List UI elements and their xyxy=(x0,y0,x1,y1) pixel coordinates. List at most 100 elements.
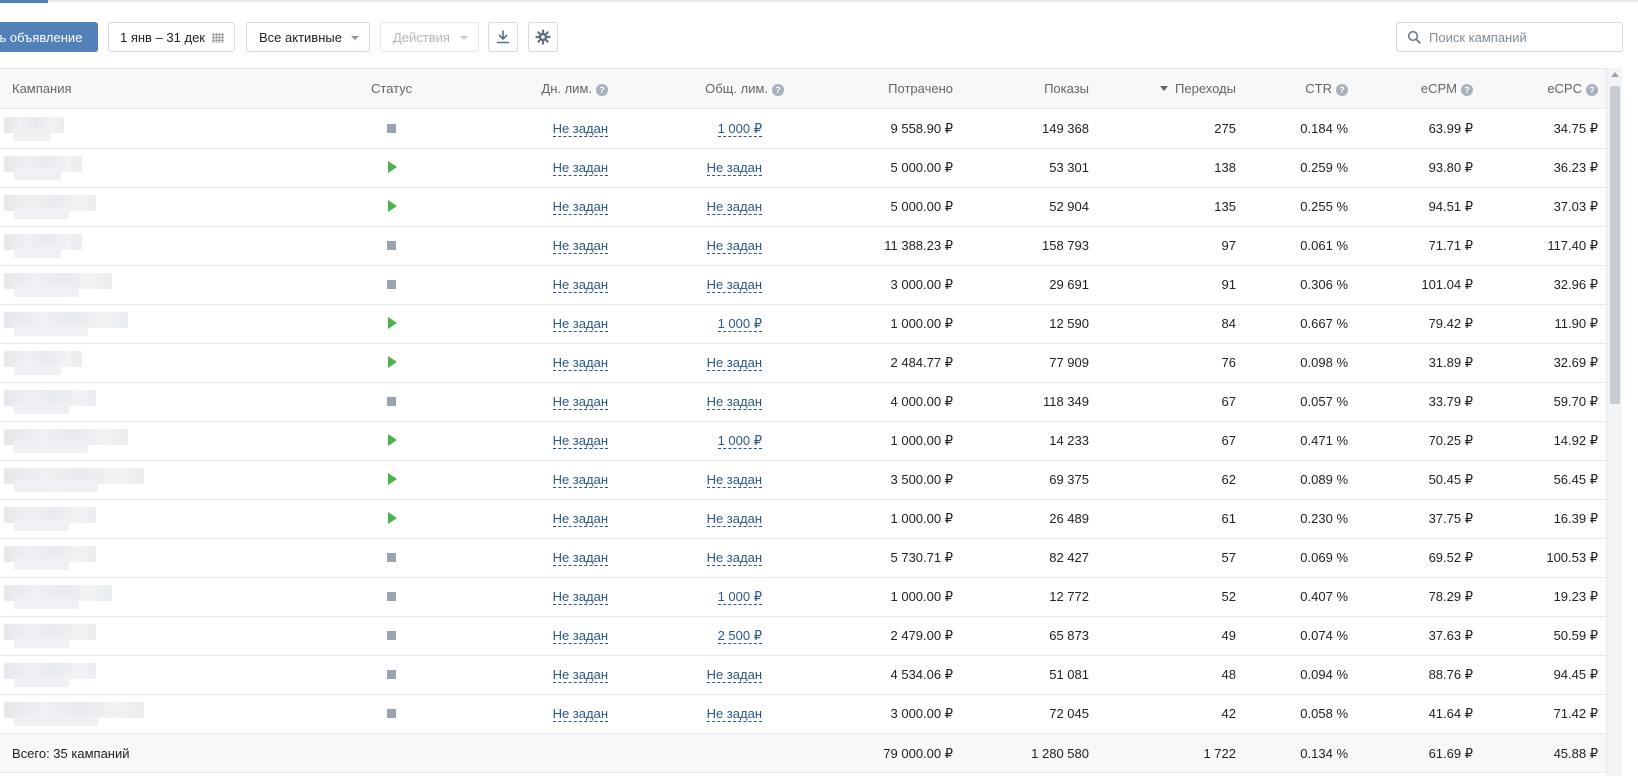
table-row[interactable]: Не задан Не задан 11 388.23 ₽ 158 793 97 0.06… xyxy=(0,226,1622,266)
table-scrollbar[interactable] xyxy=(1606,68,1622,776)
col-impressions[interactable]: Показы xyxy=(1044,81,1089,96)
status-stopped-icon[interactable] xyxy=(387,592,396,601)
settings-button[interactable] xyxy=(528,22,558,52)
help-icon[interactable]: ? xyxy=(1461,84,1473,96)
daily-limit-link[interactable]: Не задан xyxy=(552,550,608,566)
total-limit-link[interactable]: 1 000 ₽ xyxy=(717,121,762,137)
ctr-cell: 0.230 % xyxy=(1300,511,1348,526)
col-clicks[interactable]: Переходы xyxy=(1160,81,1236,96)
total-limit-link[interactable]: 2 500 ₽ xyxy=(717,628,762,644)
daily-limit-link[interactable]: Не задан xyxy=(552,199,608,215)
table-row[interactable]: Не задан Не задан 5 000.00 ₽ 53 301 138 0.259… xyxy=(0,148,1622,188)
ctr-cell: 0.058 % xyxy=(1300,706,1348,721)
daily-limit-link[interactable]: Не задан xyxy=(552,394,608,410)
status-stopped-icon[interactable] xyxy=(387,397,396,406)
col-status[interactable]: Статус xyxy=(371,81,412,96)
status-active-icon[interactable] xyxy=(388,161,397,173)
table-row[interactable]: Не задан 1 000 ₽ 1 000.00 ₽ 14 233 67 0.471 %… xyxy=(0,421,1622,461)
status-stopped-icon[interactable] xyxy=(387,553,396,562)
total-limit-link[interactable]: Не задан xyxy=(706,160,762,176)
status-stopped-icon[interactable] xyxy=(387,124,396,133)
campaign-name-redacted-shade xyxy=(14,636,69,648)
status-active-icon[interactable] xyxy=(388,356,397,368)
total-limit-link[interactable]: Не задан xyxy=(706,667,762,683)
totals-impressions: 1 280 580 xyxy=(1031,746,1089,761)
status-active-icon[interactable] xyxy=(388,200,397,212)
table-row[interactable]: Не задан 1 000 ₽ 9 558.90 ₽ 149 368 275 0.184… xyxy=(0,109,1622,149)
table-row[interactable]: Не задан Не задан 2 484.77 ₽ 77 909 76 0.098 … xyxy=(0,343,1622,383)
status-active-icon[interactable] xyxy=(388,317,397,329)
status-stopped-icon[interactable] xyxy=(387,670,396,679)
daily-limit-link[interactable]: Не задан xyxy=(552,160,608,176)
daily-limit-link[interactable]: Не задан xyxy=(552,316,608,332)
table-row[interactable]: Не задан Не задан 3 500.00 ₽ 69 375 62 0.089 … xyxy=(0,460,1622,500)
col-ecpm[interactable]: eCPM? xyxy=(1421,81,1473,96)
status-stopped-icon[interactable] xyxy=(387,241,396,250)
table-row[interactable]: Не задан Не задан 5 000.00 ₽ 52 904 135 0.255… xyxy=(0,187,1622,227)
table-row[interactable]: Не задан Не задан 3 000.00 ₽ 72 045 42 0.058 … xyxy=(0,694,1622,733)
create-ad-button[interactable]: ть объявление xyxy=(0,22,98,52)
table-row[interactable]: Не задан Не задан 1 000.00 ₽ 26 489 61 0.230 … xyxy=(0,499,1622,539)
totals-ctr: 0.134 % xyxy=(1300,746,1348,761)
total-limit-link[interactable]: Не задан xyxy=(706,199,762,215)
daily-limit-link[interactable]: Не задан xyxy=(552,355,608,371)
status-stopped-icon[interactable] xyxy=(387,280,396,289)
impressions-cell: 12 772 xyxy=(1049,589,1089,604)
date-range-picker[interactable]: 1 янв – 31 дек xyxy=(108,22,235,52)
status-stopped-icon[interactable] xyxy=(387,709,396,718)
impressions-cell: 53 301 xyxy=(1049,160,1089,175)
campaign-search[interactable] xyxy=(1396,22,1623,52)
total-limit-link[interactable]: Не задан xyxy=(706,472,762,488)
status-filter-dropdown[interactable]: Все активные xyxy=(246,22,370,52)
daily-limit-link[interactable]: Не задан xyxy=(552,238,608,254)
daily-limit-link[interactable]: Не задан xyxy=(552,472,608,488)
total-limit-link[interactable]: Не задан xyxy=(706,277,762,293)
total-limit-link[interactable]: Не задан xyxy=(706,394,762,410)
table-row[interactable]: Не задан Не задан 4 534.06 ₽ 51 081 48 0.094 … xyxy=(0,655,1622,695)
col-ecpc[interactable]: eCPC? xyxy=(1547,81,1598,96)
daily-limit-link[interactable]: Не задан xyxy=(552,628,608,644)
help-icon[interactable]: ? xyxy=(1586,84,1598,96)
total-limit-link[interactable]: 1 000 ₽ xyxy=(717,316,762,332)
table-row[interactable]: Не задан Не задан 3 000.00 ₽ 29 691 91 0.306 … xyxy=(0,265,1622,305)
export-button[interactable] xyxy=(488,22,518,52)
col-ctr[interactable]: CTR? xyxy=(1305,81,1348,96)
total-limit-link[interactable]: 1 000 ₽ xyxy=(717,589,762,605)
total-limit-link[interactable]: Не задан xyxy=(706,238,762,254)
status-stopped-icon[interactable] xyxy=(387,631,396,640)
help-icon[interactable]: ? xyxy=(1336,84,1348,96)
daily-limit-link[interactable]: Не задан xyxy=(552,589,608,605)
daily-limit-link[interactable]: Не задан xyxy=(552,511,608,527)
scroll-up-icon[interactable] xyxy=(1611,72,1619,77)
col-campaign[interactable]: Кампания xyxy=(12,81,72,96)
col-total-limit[interactable]: Общ. лим.? xyxy=(705,81,784,96)
col-daily-limit[interactable]: Дн. лим.? xyxy=(541,81,608,96)
help-icon[interactable]: ? xyxy=(596,84,608,96)
help-icon[interactable]: ? xyxy=(772,84,784,96)
status-active-icon[interactable] xyxy=(388,434,397,446)
daily-limit-link[interactable]: Не задан xyxy=(552,433,608,449)
total-limit-link[interactable]: Не задан xyxy=(706,550,762,566)
total-limit-link[interactable]: Не задан xyxy=(706,511,762,527)
table-row[interactable]: Не задан Не задан 4 000.00 ₽ 118 349 67 0.057… xyxy=(0,382,1622,422)
scrollbar-thumb[interactable] xyxy=(1610,86,1620,404)
total-limit-link[interactable]: Не задан xyxy=(706,706,762,722)
daily-limit-link[interactable]: Не задан xyxy=(552,121,608,137)
total-limit-link[interactable]: Не задан xyxy=(706,355,762,371)
campaign-name-redacted-shade xyxy=(14,168,61,180)
ecpc-cell: 11.90 ₽ xyxy=(1554,316,1598,331)
clicks-cell: 67 xyxy=(1221,394,1236,409)
status-active-icon[interactable] xyxy=(388,473,397,485)
total-limit-link[interactable]: 1 000 ₽ xyxy=(717,433,762,449)
table-row[interactable]: Не задан Не задан 5 730.71 ₽ 82 427 57 0.069 … xyxy=(0,538,1622,578)
table-row[interactable]: Не задан 1 000 ₽ 1 000.00 ₽ 12 590 84 0.667 %… xyxy=(0,304,1622,344)
table-row[interactable]: Не задан 1 000 ₽ 1 000.00 ₽ 12 772 52 0.407 %… xyxy=(0,577,1622,617)
actions-dropdown[interactable]: Действия xyxy=(380,22,479,52)
col-spent[interactable]: Потрачено xyxy=(888,81,953,96)
status-active-icon[interactable] xyxy=(388,512,397,524)
daily-limit-link[interactable]: Не задан xyxy=(552,277,608,293)
search-input[interactable] xyxy=(1429,23,1619,51)
daily-limit-link[interactable]: Не задан xyxy=(552,706,608,722)
table-row[interactable]: Не задан 2 500 ₽ 2 479.00 ₽ 65 873 49 0.074 %… xyxy=(0,616,1622,656)
daily-limit-link[interactable]: Не задан xyxy=(552,667,608,683)
